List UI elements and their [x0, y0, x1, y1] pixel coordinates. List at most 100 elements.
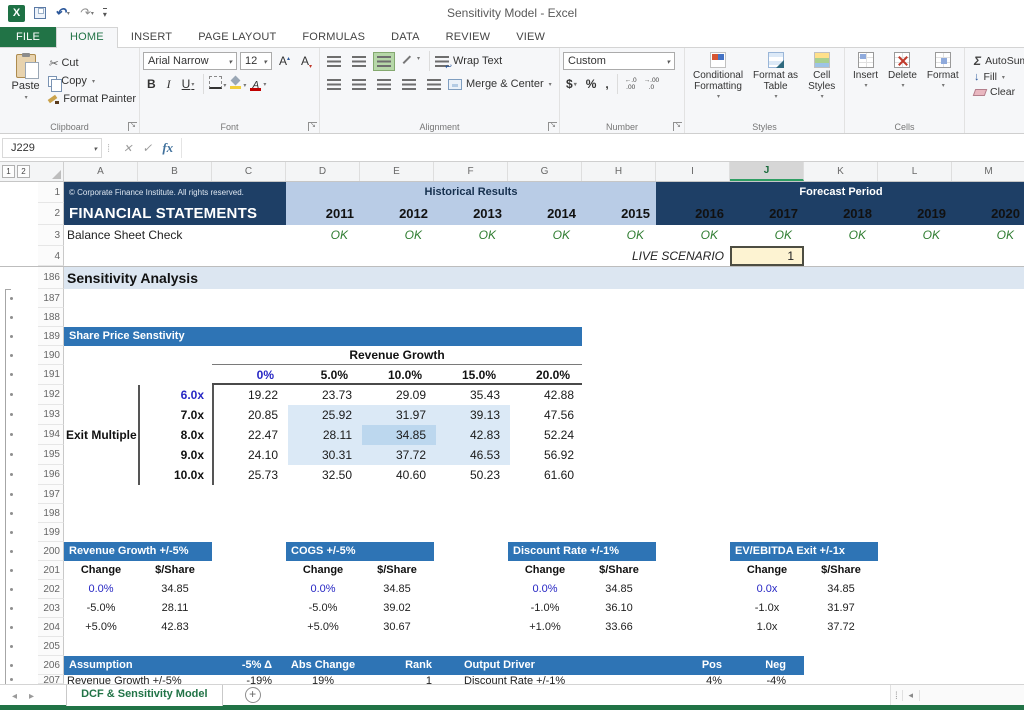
matrix-cell[interactable]: 52.24 — [510, 425, 582, 445]
matrix-cell[interactable]: 25.73 — [214, 465, 288, 485]
column-header-b[interactable]: B — [138, 162, 212, 181]
wrap-text-button[interactable]: Wrap Text — [435, 53, 502, 69]
font-family-select[interactable]: Arial Narrow — [143, 52, 237, 70]
year-cell[interactable]: 2016 — [656, 203, 730, 225]
matrix-cell[interactable]: 39.13 — [436, 405, 510, 425]
assumption-cell[interactable]: -4% — [730, 675, 804, 684]
mini-table-header[interactable]: Change — [64, 561, 138, 580]
column-header-f[interactable]: F — [434, 162, 508, 181]
clipboard-dialog-launcher[interactable] — [128, 122, 137, 131]
row-header[interactable]: 3 — [38, 225, 64, 246]
row-header[interactable]: 191 — [38, 365, 64, 385]
matrix-row-label[interactable]: 8.0x — [138, 425, 212, 445]
row-header[interactable]: 186 — [38, 267, 64, 289]
insert-cells-button[interactable]: Insert — [848, 50, 883, 120]
year-cell[interactable]: 2011 — [286, 203, 360, 225]
exit-multiple-label[interactable]: Exit Multiple — [64, 425, 138, 445]
mini-table-banner[interactable]: COGS +/-5% — [286, 542, 434, 561]
conditional-formatting-button[interactable]: Conditional Formatting — [688, 50, 748, 120]
row-header[interactable]: 202 — [38, 580, 64, 599]
decrease-indent-button[interactable] — [398, 75, 420, 94]
save-button[interactable] — [34, 7, 46, 19]
matrix-cell[interactable]: 37.72 — [362, 445, 436, 465]
share-price-sensitivity-banner[interactable]: Share Price Senstivity — [64, 327, 582, 346]
mini-table-cell[interactable]: +5.0% — [286, 618, 360, 637]
mini-table-cell[interactable]: 1.0x — [730, 618, 804, 637]
matrix-cell[interactable]: 42.83 — [436, 425, 510, 445]
scroll-left-icon[interactable] — [902, 690, 920, 701]
matrix-cell[interactable]: 22.47 — [214, 425, 288, 445]
matrix-cell[interactable]: 50.23 — [436, 465, 510, 485]
row-header[interactable]: 201 — [38, 561, 64, 580]
enter-icon[interactable] — [142, 141, 152, 155]
alignment-dialog-launcher[interactable] — [548, 122, 557, 131]
assumption-header-cell[interactable]: Neg — [730, 656, 804, 675]
tab-page-layout[interactable]: PAGE LAYOUT — [185, 28, 289, 47]
matrix-cell[interactable]: 25.92 — [288, 405, 362, 425]
column-header-m[interactable]: M — [952, 162, 1024, 181]
cancel-icon[interactable] — [123, 141, 132, 155]
format-painter-button[interactable]: Format Painter — [48, 91, 136, 107]
matrix-col-header[interactable]: 20.0% — [508, 365, 582, 383]
cell-financial-statements[interactable]: FINANCIAL STATEMENTS — [64, 203, 286, 225]
mini-table-cell[interactable]: -5.0% — [64, 599, 138, 618]
cut-button[interactable]: Cut — [48, 55, 136, 71]
year-cell[interactable]: 2013 — [434, 203, 508, 225]
mini-table-header[interactable]: $/Share — [804, 561, 878, 580]
assumption-cell[interactable]: Revenue Growth +/-5% — [64, 675, 212, 684]
check-cell[interactable]: OK — [804, 225, 878, 246]
matrix-cell[interactable]: 35.43 — [436, 385, 510, 405]
year-cell[interactable]: 2020 — [952, 203, 1024, 225]
assumption-header-cell[interactable]: Abs Change — [286, 656, 360, 675]
mini-table-cell[interactable]: 0.0% — [64, 580, 138, 599]
bottom-align-button[interactable] — [373, 52, 395, 71]
number-dialog-launcher[interactable] — [673, 122, 682, 131]
column-header-a[interactable]: A — [64, 162, 138, 181]
assumption-header-cell[interactable]: Pos — [656, 656, 730, 675]
mini-table-header[interactable]: Change — [286, 561, 360, 580]
row-header[interactable]: 203 — [38, 599, 64, 618]
copy-button[interactable]: Copy — [48, 73, 136, 89]
row-header[interactable]: 189 — [38, 327, 64, 346]
matrix-cell[interactable]: 61.60 — [510, 465, 582, 485]
shrink-font-button[interactable] — [297, 54, 316, 68]
matrix-col-header[interactable]: 15.0% — [434, 365, 508, 383]
mini-table-cell[interactable]: -1.0% — [508, 599, 582, 618]
matrix-cell[interactable]: 29.09 — [362, 385, 436, 405]
mini-table-cell[interactable]: 31.97 — [804, 599, 878, 618]
section-title-sensitivity-analysis[interactable]: Sensitivity Analysis — [64, 267, 1024, 289]
tab-data[interactable]: DATA — [378, 28, 433, 47]
row-header[interactable]: 195 — [38, 445, 64, 465]
format-cells-button[interactable]: Format — [922, 50, 964, 120]
matrix-cell[interactable]: 46.53 — [436, 445, 510, 465]
mini-table-cell[interactable]: +5.0% — [64, 618, 138, 637]
column-header-g[interactable]: G — [508, 162, 582, 181]
decrease-decimal-button[interactable]: →.00.0 — [642, 77, 662, 91]
orientation-button[interactable] — [398, 51, 424, 71]
matrix-cell[interactable]: 20.85 — [214, 405, 288, 425]
mini-table-header[interactable]: $/Share — [582, 561, 656, 580]
column-header-h[interactable]: H — [582, 162, 656, 181]
select-all-corner[interactable]: 1 2 — [0, 162, 64, 181]
previous-sheet-icon[interactable] — [12, 688, 17, 702]
align-left-button[interactable] — [323, 75, 345, 94]
matrix-col-header[interactable]: 5.0% — [286, 365, 360, 383]
redo-button[interactable] — [79, 5, 94, 21]
comma-format-button[interactable]: , — [602, 77, 611, 91]
mini-table-cell[interactable]: 36.10 — [582, 599, 656, 618]
row-header[interactable]: 1 — [38, 182, 64, 203]
matrix-cell[interactable]: 31.97 — [362, 405, 436, 425]
matrix-cell[interactable]: 47.56 — [510, 405, 582, 425]
customize-qat-button[interactable] — [103, 8, 107, 19]
horizontal-scrollbar[interactable] — [890, 685, 1024, 705]
row-header[interactable]: 2 — [38, 203, 64, 225]
matrix-row-label[interactable]: 9.0x — [138, 445, 212, 465]
assumption-cell[interactable]: -19% — [212, 675, 286, 684]
cell-live-scenario-input[interactable]: 1 — [730, 246, 804, 266]
mini-table-cell[interactable]: +1.0% — [508, 618, 582, 637]
column-header-i[interactable]: I — [656, 162, 730, 181]
bold-button[interactable]: B — [143, 77, 160, 91]
row-header[interactable]: 207 — [38, 675, 64, 684]
formula-input[interactable] — [181, 138, 1024, 158]
matrix-cell[interactable]: 40.60 — [362, 465, 436, 485]
